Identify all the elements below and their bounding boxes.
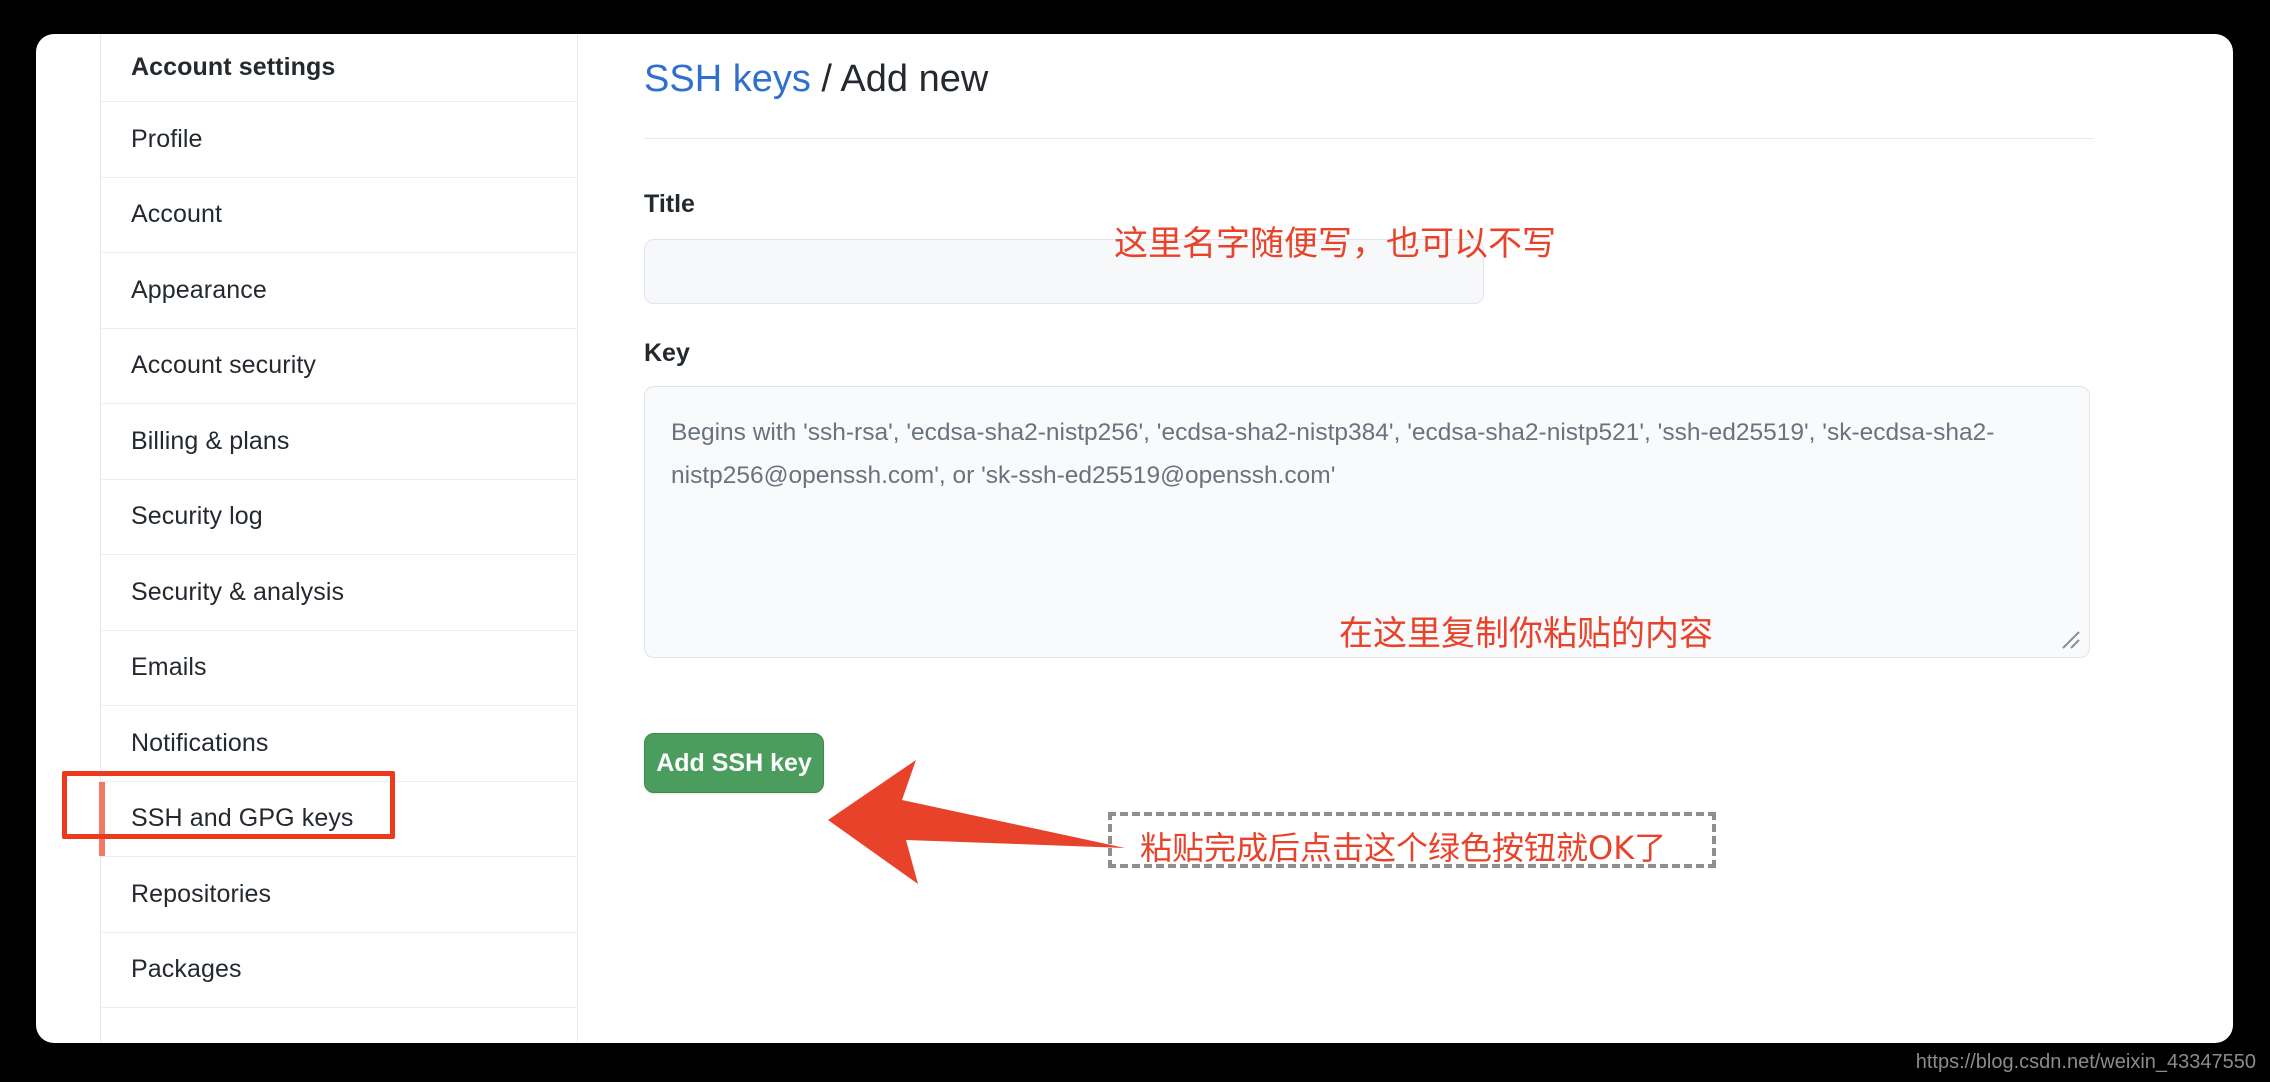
sidebar-item-repositories[interactable]: Repositories bbox=[101, 857, 577, 933]
annotation-text-title: 这里名字随便写，也可以不写 bbox=[1114, 224, 1556, 264]
sidebar-item-label: Appearance bbox=[131, 275, 267, 304]
sidebar-item-label: Profile bbox=[131, 124, 203, 153]
screenshot-root: Account settings Profile Account Appeara… bbox=[0, 0, 2270, 1082]
sidebar-item-label: Billing & plans bbox=[131, 426, 290, 455]
annotation-text-button: 粘贴完成后点击这个绿色按钮就OK了 bbox=[1140, 829, 1667, 867]
watermark-url: https://blog.csdn.net/weixin_43347550 bbox=[1915, 1051, 2256, 1073]
breadcrumb: SSH keys / Add new bbox=[644, 58, 988, 101]
add-ssh-key-button[interactable]: Add SSH key bbox=[644, 733, 824, 793]
sidebar-item-label: Security & analysis bbox=[131, 577, 345, 606]
sidebar-item-account-security[interactable]: Account security bbox=[101, 329, 577, 404]
key-field-label: Key bbox=[644, 339, 690, 367]
key-textarea-placeholder: Begins with 'ssh-rsa', 'ecdsa-sha2-nistp… bbox=[671, 419, 1995, 489]
sidebar-header-account-settings: Account settings bbox=[101, 34, 577, 102]
annotation-highlight-box-sidebar bbox=[62, 771, 395, 839]
add-ssh-key-button-label: Add SSH key bbox=[656, 748, 812, 777]
account-settings-sidebar: Account settings Profile Account Appeara… bbox=[99, 34, 578, 1043]
sidebar-item-emails[interactable]: Emails bbox=[101, 631, 577, 706]
sidebar-item-label: Notifications bbox=[131, 728, 269, 757]
sidebar-item-profile[interactable]: Profile bbox=[101, 102, 577, 178]
annotation-arrow-icon bbox=[828, 760, 1125, 884]
sidebar-item-security-and-analysis[interactable]: Security & analysis bbox=[101, 555, 577, 631]
breadcrumb-link-ssh-keys[interactable]: SSH keys bbox=[644, 58, 811, 100]
textarea-resize-handle[interactable] bbox=[2060, 629, 2082, 651]
breadcrumb-separator: / bbox=[821, 58, 832, 100]
sidebar-item-label: Packages bbox=[131, 955, 242, 984]
sidebar-header-label: Account settings bbox=[131, 53, 336, 81]
sidebar-item-label: Emails bbox=[131, 653, 207, 682]
breadcrumb-current-add-new: Add new bbox=[840, 58, 989, 100]
sidebar-item-security-log[interactable]: Security log bbox=[101, 480, 577, 555]
sidebar-item-label: Repositories bbox=[131, 879, 272, 908]
sidebar-item-label: Account security bbox=[131, 351, 317, 380]
sidebar-item-billing-and-plans[interactable]: Billing & plans bbox=[101, 404, 577, 480]
sidebar-item-appearance[interactable]: Appearance bbox=[101, 253, 577, 329]
annotation-text-key: 在这里复制你粘贴的内容 bbox=[1339, 614, 1713, 654]
browser-page-panel: Account settings Profile Account Appeara… bbox=[36, 34, 2233, 1043]
sidebar-item-packages[interactable]: Packages bbox=[101, 933, 577, 1008]
header-divider bbox=[644, 138, 2094, 139]
title-field-label: Title bbox=[644, 190, 695, 218]
sidebar-item-label: Security log bbox=[131, 502, 263, 531]
sidebar-item-label: Account bbox=[131, 200, 223, 229]
sidebar-item-account[interactable]: Account bbox=[101, 178, 577, 253]
